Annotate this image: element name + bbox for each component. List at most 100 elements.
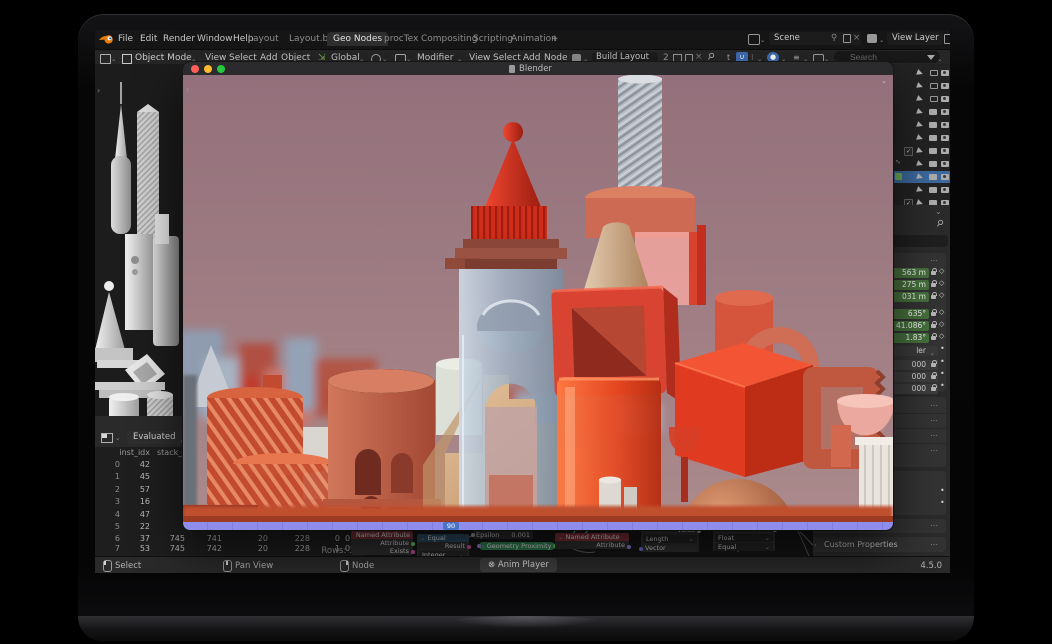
status-node-label: Node xyxy=(352,561,374,571)
viewport-3d[interactable]: › xyxy=(95,64,183,428)
timeline-strip[interactable]: 90 xyxy=(183,522,893,530)
keyframe-icon[interactable]: ◇ xyxy=(939,279,944,287)
window-titlebar[interactable]: Blender xyxy=(183,62,893,75)
keyframe-icon[interactable]: ◇ xyxy=(939,332,944,340)
lock-icon[interactable] xyxy=(931,336,936,340)
animate-dot-icon[interactable]: • xyxy=(940,357,945,366)
close-window-button[interactable] xyxy=(191,65,199,73)
operation-dropdown[interactable]: Length⌄ xyxy=(643,535,697,543)
socket-icon[interactable] xyxy=(471,533,475,537)
socket-icon[interactable] xyxy=(467,545,471,549)
outliner-display-icon[interactable]: ≡ xyxy=(793,53,800,62)
screenshot-stage: File Edit Render Window Help Layout Layo… xyxy=(0,0,1052,644)
window-viewport-toggle-icon[interactable]: › xyxy=(186,85,189,94)
socket-icon[interactable] xyxy=(639,547,643,551)
custom-properties-box[interactable]: › Custom Properties ⋯ xyxy=(808,537,946,552)
tab-layout[interactable]: Layout xyxy=(242,32,285,46)
parent-snap-icon[interactable]: t xyxy=(727,53,730,62)
socket-icon[interactable] xyxy=(411,542,415,546)
keyframe-icon[interactable]: ◇ xyxy=(939,308,944,316)
copy-view-layer-icon[interactable] xyxy=(944,34,950,44)
panel-menu-icon[interactable]: ⋯ xyxy=(930,540,939,549)
column-header-stack-to[interactable]: stack_to xyxy=(157,448,185,457)
mesh-data-icon xyxy=(895,173,902,180)
blender-render-window[interactable]: Blender xyxy=(183,62,893,530)
socket-icon[interactable] xyxy=(477,544,481,548)
expand-chevron-icon: › xyxy=(814,541,817,549)
node-named-attribute-2[interactable]: ⌄ Named Attribute Attribute xyxy=(555,533,629,549)
node-named-attribute-1[interactable]: Named Attribute Attribute Exists xyxy=(351,531,413,555)
datatype-dropdown[interactable]: Float⌄ xyxy=(715,534,773,542)
scene-icon[interactable] xyxy=(748,34,760,45)
snapping-options-icon[interactable]: ⁝ xyxy=(751,53,754,62)
add-workspace-button[interactable]: + xyxy=(545,32,565,46)
outliner-checkbox[interactable]: ✓ xyxy=(904,147,913,156)
zoom-window-button[interactable] xyxy=(217,65,225,73)
lock-icon[interactable] xyxy=(931,363,936,367)
lock-icon[interactable] xyxy=(931,295,936,299)
menu-edit[interactable]: Edit xyxy=(140,34,157,44)
editor-type-chevron-icon[interactable]: ⌄ xyxy=(111,55,116,63)
spreadsheet-icon[interactable] xyxy=(101,433,113,443)
menu-window[interactable]: Window xyxy=(197,34,233,44)
lock-icon[interactable] xyxy=(931,283,936,287)
animate-dot-icon[interactable]: • xyxy=(940,344,945,353)
socket-icon[interactable] xyxy=(411,550,415,554)
lock-icon[interactable] xyxy=(931,312,936,316)
keyframe-icon[interactable]: ◇ xyxy=(939,291,944,299)
anim-player-button[interactable]: ⊗ Anim Player xyxy=(480,558,557,572)
menu-render[interactable]: Render xyxy=(163,34,195,44)
stop-icon[interactable]: ⊗ xyxy=(488,560,495,570)
blender-logo-icon[interactable] xyxy=(99,33,114,45)
view-layer-chevron-icon[interactable]: ⌄ xyxy=(879,36,884,44)
operation-dropdown[interactable]: Equal⌄ xyxy=(715,543,773,551)
custom-properties-label: Custom Properties xyxy=(824,540,898,549)
editor-type-icon[interactable] xyxy=(100,54,111,64)
view-layer-field[interactable]: View Layer xyxy=(887,32,943,45)
scene-chevron-icon[interactable]: ⌄ xyxy=(760,36,765,44)
animate-dot-icon[interactable]: • xyxy=(940,486,945,495)
minimize-window-button[interactable] xyxy=(204,65,212,73)
keyframe-icon[interactable]: ◇ xyxy=(939,267,944,275)
socket-icon[interactable] xyxy=(627,545,631,549)
clay-city-render xyxy=(95,64,183,428)
spreadsheet-chevron-icon[interactable]: ⌄ xyxy=(115,434,120,442)
column-header-inst-idx[interactable]: inst_idx xyxy=(117,448,150,457)
filter-funnel-icon[interactable] xyxy=(927,55,935,60)
properties-dropdown-chevron-icon[interactable]: ⌄ xyxy=(935,207,942,216)
window-gizmo-chevron-icon[interactable]: ⌄ xyxy=(881,77,887,85)
node-tree-icon[interactable] xyxy=(572,54,581,62)
filter-chevron-icon[interactable]: ⌄ xyxy=(937,55,942,63)
panel-menu-icon[interactable]: ⋯ xyxy=(930,521,939,530)
view-layer-icon[interactable] xyxy=(867,34,877,43)
pin-id-icon[interactable]: ⚲ xyxy=(934,218,945,230)
current-frame-indicator[interactable]: 90 xyxy=(443,522,459,530)
status-select-label: Select xyxy=(115,561,141,571)
node-geometry-proximity[interactable]: › Geometry Proximity xyxy=(479,542,555,550)
lock-icon[interactable] xyxy=(931,324,936,328)
animate-dot-icon[interactable]: • xyxy=(940,381,945,390)
mode-icon[interactable] xyxy=(122,54,132,64)
pin-scene-icon[interactable]: ⚲ xyxy=(831,32,837,45)
close-scene-icon[interactable]: × xyxy=(853,32,860,45)
keyframe-icon[interactable]: ◇ xyxy=(939,320,944,328)
panel-menu-icon[interactable]: ⋯ xyxy=(930,401,939,410)
panel-menu-icon[interactable]: ⋯ xyxy=(930,416,939,425)
lock-icon[interactable] xyxy=(931,375,936,379)
animate-dot-icon[interactable]: • xyxy=(940,369,945,378)
lock-icon[interactable] xyxy=(931,271,936,275)
menu-file[interactable]: File xyxy=(118,34,133,44)
unlink-node-tree-icon[interactable]: × xyxy=(695,52,703,62)
lock-icon[interactable] xyxy=(931,387,936,391)
panel-menu-icon[interactable]: ⋯ xyxy=(930,431,939,440)
scene-field[interactable]: Scene ⚲ × xyxy=(769,32,861,45)
panel-menu-icon[interactable]: ⋯ xyxy=(930,446,939,455)
viewport-sidebar-toggle-icon[interactable]: › xyxy=(97,86,100,95)
panel-menu-icon[interactable]: ⋯ xyxy=(930,256,939,265)
animate-dot-icon[interactable]: • xyxy=(940,498,945,507)
render-viewport[interactable]: › ⌄ xyxy=(183,75,893,522)
dataset-dropdown[interactable]: Evaluated ⌄ xyxy=(127,431,189,444)
node-epsilon-row[interactable]: Epsilon0.001 xyxy=(473,531,533,539)
topbar: File Edit Render Window Help Layout Layo… xyxy=(95,30,950,49)
copy-scene-icon[interactable] xyxy=(843,34,851,43)
